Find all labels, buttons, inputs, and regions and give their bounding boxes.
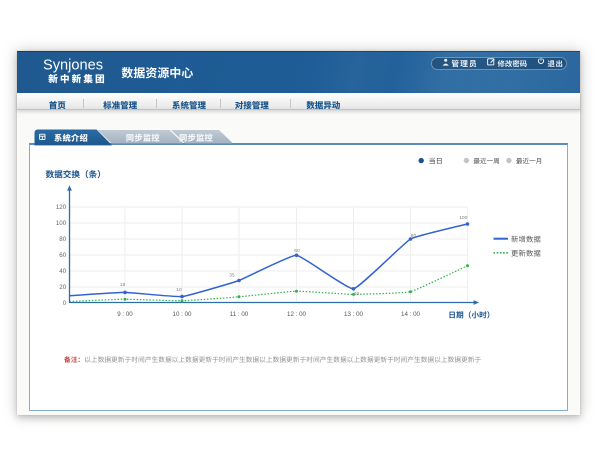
svg-text:12 : 00: 12 : 00: [287, 311, 306, 318]
svg-text:120: 120: [56, 204, 67, 211]
svg-text:80: 80: [59, 236, 66, 243]
svg-text:10: 10: [176, 287, 182, 293]
svg-text:40: 40: [59, 268, 66, 275]
svg-text:60: 60: [294, 248, 300, 254]
svg-text:14 : 00: 14 : 00: [401, 311, 420, 318]
svg-text:Synjones: Synjones: [43, 58, 103, 74]
svg-text:10 : 00: 10 : 00: [173, 311, 192, 318]
svg-text:35: 35: [229, 273, 235, 279]
svg-text:80: 80: [411, 233, 417, 239]
svg-text:11 : 00: 11 : 00: [230, 311, 249, 318]
svg-text:0: 0: [63, 300, 67, 307]
svg-text:10: 10: [354, 291, 360, 297]
svg-text:100: 100: [459, 215, 467, 221]
svg-text:13 : 00: 13 : 00: [344, 311, 363, 318]
svg-text:60: 60: [59, 252, 66, 259]
svg-text:100: 100: [56, 220, 67, 227]
svg-text:20: 20: [59, 284, 66, 291]
svg-text:18: 18: [120, 282, 126, 288]
svg-text:9 : 00: 9 : 00: [117, 311, 133, 318]
